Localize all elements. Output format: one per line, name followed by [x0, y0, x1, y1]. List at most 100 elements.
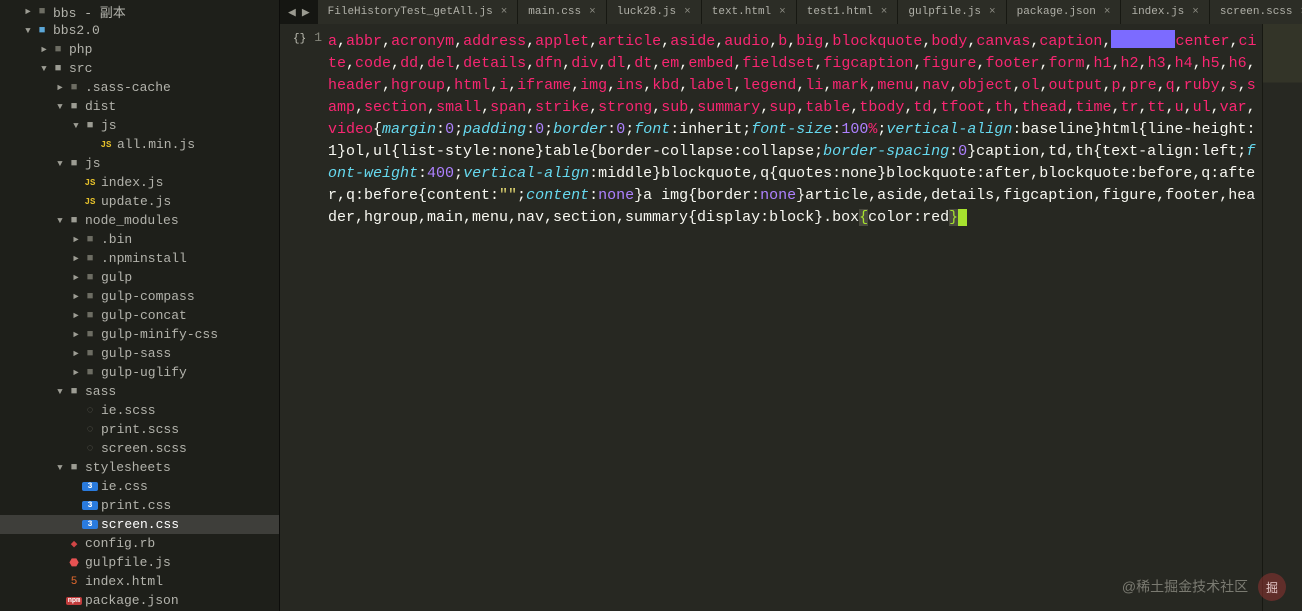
tree-item-label: gulp-concat [101, 308, 275, 323]
close-icon[interactable]: × [501, 6, 508, 18]
tab-nav-icons[interactable]: ◀ ▶ [280, 0, 318, 24]
tree-item[interactable]: ►■gulp-minify-css [0, 325, 279, 344]
tree-item[interactable]: ►■.bin [0, 230, 279, 249]
file-icon: ■ [66, 462, 82, 474]
tree-item-label: bbs2.0 [53, 23, 275, 38]
close-icon[interactable]: × [589, 6, 596, 18]
editor-tab[interactable]: screen.scss× [1210, 0, 1302, 24]
tree-item[interactable]: ▼■stylesheets [0, 458, 279, 477]
tree-item[interactable]: 3print.css [0, 496, 279, 515]
close-icon[interactable]: × [779, 6, 786, 18]
tree-item[interactable]: ◌print.scss [0, 420, 279, 439]
tree-item-label: stylesheets [85, 460, 275, 475]
tree-item[interactable]: ◌screen.scss [0, 439, 279, 458]
tree-item[interactable]: 5index.html [0, 572, 279, 591]
code-editor[interactable]: {}1 a,abbr,acronym,address,applet,articl… [280, 24, 1302, 611]
tree-item-label: update.js [101, 194, 275, 209]
file-icon: ■ [82, 367, 98, 379]
close-icon[interactable]: × [989, 6, 996, 18]
editor-tab[interactable]: gulpfile.js× [898, 0, 1006, 24]
tree-item[interactable]: ►■gulp-concat [0, 306, 279, 325]
editor-tab[interactable]: index.js× [1121, 0, 1209, 24]
file-icon: ⬣ [66, 556, 82, 570]
tree-item-label: node_modules [85, 213, 275, 228]
expand-arrow-icon[interactable]: ► [70, 330, 82, 340]
editor-tab[interactable]: main.css× [518, 0, 606, 24]
tree-item-label: src [69, 61, 275, 76]
tree-item[interactable]: ▼■node_modules [0, 211, 279, 230]
expand-arrow-icon[interactable]: ▼ [38, 64, 50, 74]
tree-item-label: gulp-minify-css [101, 327, 275, 342]
editor-tab[interactable]: luck28.js × [607, 0, 702, 24]
expand-arrow-icon[interactable]: ► [54, 83, 66, 93]
tree-item[interactable]: npmpackage.json [0, 591, 279, 610]
tree-item[interactable]: ►■gulp-compass [0, 287, 279, 306]
tree-item-label: sass [85, 384, 275, 399]
tree-item[interactable]: ▼■dist [0, 97, 279, 116]
tab-label: test1.html [807, 6, 873, 18]
tree-item[interactable]: ▼■js [0, 116, 279, 135]
tab-label: luck28.js [617, 6, 676, 18]
tree-item[interactable]: 3ie.css [0, 477, 279, 496]
fold-icon[interactable]: {} [293, 33, 306, 45]
expand-arrow-icon[interactable]: ► [38, 45, 50, 55]
tree-item[interactable]: ◌ie.scss [0, 401, 279, 420]
tree-item[interactable]: JSindex.js [0, 173, 279, 192]
tab-nav-left-icon[interactable]: ◀ [288, 5, 296, 20]
editor-tab[interactable]: package.json× [1007, 0, 1122, 24]
minimap[interactable] [1262, 24, 1302, 611]
tree-item[interactable]: ⬣gulpfile.js [0, 553, 279, 572]
expand-arrow-icon[interactable]: ► [70, 273, 82, 283]
file-icon: 5 [66, 576, 82, 588]
expand-arrow-icon[interactable]: ▼ [54, 463, 66, 473]
tree-item-label: gulp [101, 270, 275, 285]
tree-item[interactable]: JSall.min.js [0, 135, 279, 154]
tree-item[interactable]: ►■.npminstall [0, 249, 279, 268]
tree-item-label: gulpfile.js [85, 555, 275, 570]
tree-item-label: php [69, 42, 275, 57]
editor-tab[interactable]: FileHistoryTest_getAll.js× [318, 0, 519, 24]
tree-item-label: js [101, 118, 275, 133]
tree-item-label: package.json [85, 593, 275, 608]
expand-arrow-icon[interactable]: ▼ [54, 102, 66, 112]
expand-arrow-icon[interactable]: ► [70, 368, 82, 378]
tree-item[interactable]: JSupdate.js [0, 192, 279, 211]
expand-arrow-icon[interactable]: ▼ [54, 216, 66, 226]
tree-item[interactable]: ►■gulp-sass [0, 344, 279, 363]
tree-item[interactable]: ►■php [0, 40, 279, 59]
expand-arrow-icon[interactable]: ▼ [54, 387, 66, 397]
editor-tab[interactable]: test1.html × [797, 0, 899, 24]
tree-item[interactable]: ►■gulp [0, 268, 279, 287]
editor-tab[interactable]: text.html× [702, 0, 797, 24]
expand-arrow-icon[interactable]: ▼ [22, 26, 34, 36]
tree-item[interactable]: ◆config.rb [0, 534, 279, 553]
tree-item[interactable]: ▼■sass [0, 382, 279, 401]
close-icon[interactable]: × [1192, 6, 1199, 18]
file-icon: JS [98, 140, 114, 150]
code-content[interactable]: a,abbr,acronym,address,applet,article,as… [328, 24, 1262, 611]
tree-item[interactable]: ▼■js [0, 154, 279, 173]
file-icon: ■ [82, 272, 98, 284]
close-icon[interactable]: × [1104, 6, 1111, 18]
expand-arrow-icon[interactable]: ► [70, 349, 82, 359]
tab-nav-right-icon[interactable]: ▶ [302, 5, 310, 20]
expand-arrow-icon[interactable]: ► [22, 7, 34, 17]
expand-arrow-icon[interactable]: ▼ [54, 159, 66, 169]
expand-arrow-icon[interactable]: ► [70, 311, 82, 321]
expand-arrow-icon[interactable]: ▼ [70, 121, 82, 131]
tree-item[interactable]: ▼■bbs2.0 [0, 21, 279, 40]
tree-item[interactable]: ►■.sass-cache [0, 78, 279, 97]
file-tree[interactable]: ►■bbs - 副本▼■bbs2.0►■php▼■src►■.sass-cach… [0, 0, 280, 611]
tree-item[interactable]: ▼■src [0, 59, 279, 78]
tree-item[interactable]: 3screen.css [0, 515, 279, 534]
expand-arrow-icon[interactable]: ► [70, 235, 82, 245]
file-icon: ■ [82, 348, 98, 360]
tree-item[interactable]: ►■gulp-uglify [0, 363, 279, 382]
file-icon: ■ [82, 120, 98, 132]
close-icon[interactable]: × [684, 6, 691, 18]
tree-item[interactable]: ►■bbs - 副本 [0, 2, 279, 21]
expand-arrow-icon[interactable]: ► [70, 292, 82, 302]
file-icon: ◌ [82, 424, 98, 436]
expand-arrow-icon[interactable]: ► [70, 254, 82, 264]
close-icon[interactable]: × [881, 6, 888, 18]
